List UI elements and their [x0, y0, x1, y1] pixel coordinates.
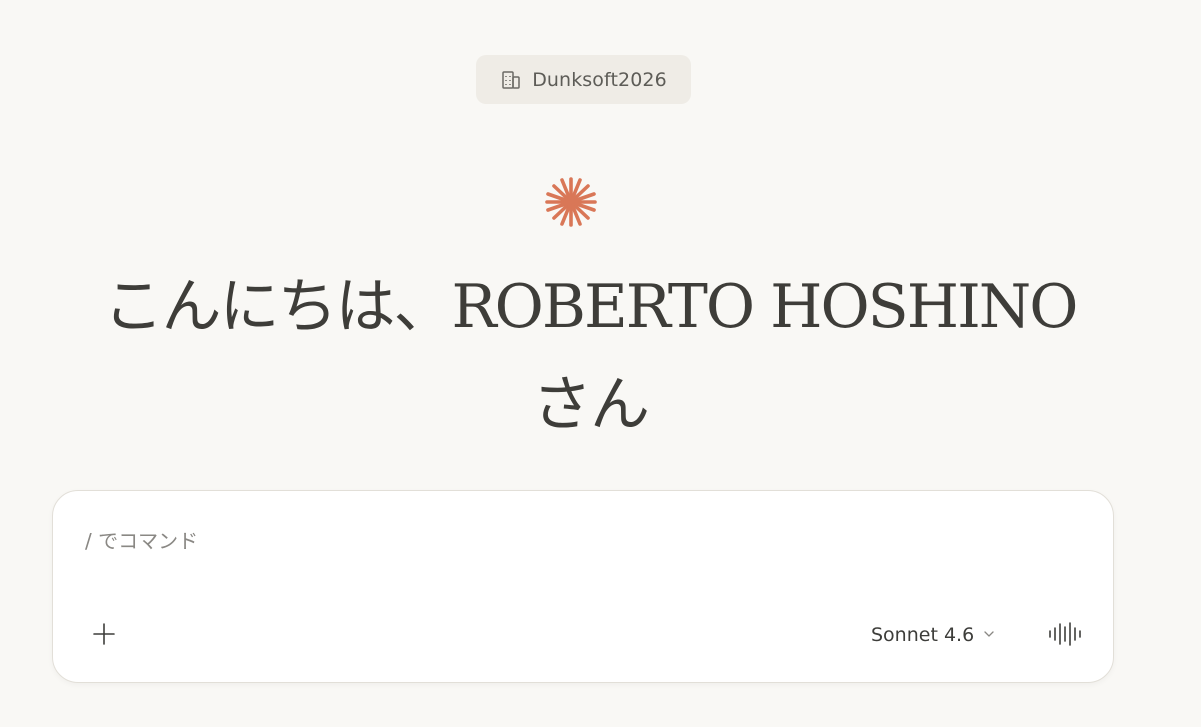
organization-switcher-button[interactable]: Dunksoft2026 — [476, 55, 691, 104]
add-attachment-button[interactable] — [87, 619, 121, 653]
voice-waveform-icon — [1047, 621, 1083, 651]
spark-icon — [543, 176, 599, 228]
model-selector[interactable]: Sonnet 4.6 — [871, 617, 996, 653]
organization-name: Dunksoft2026 — [532, 68, 667, 91]
greeting-heading: こんにちは、ROBERTO HOSHINO さん — [103, 272, 1079, 440]
new-chat-page: Dunksoft2026 こんにちは、ROBERTO HOSHINO さん / … — [0, 0, 1201, 727]
message-composer: Sonnet 4.6 — [52, 490, 1114, 683]
chevron-down-icon — [982, 626, 996, 645]
voice-mode-button[interactable] — [1045, 619, 1085, 653]
plus-icon — [92, 622, 116, 650]
model-label: Sonnet 4.6 — [871, 624, 975, 646]
building-icon — [500, 69, 522, 91]
message-input[interactable] — [85, 521, 1065, 561]
